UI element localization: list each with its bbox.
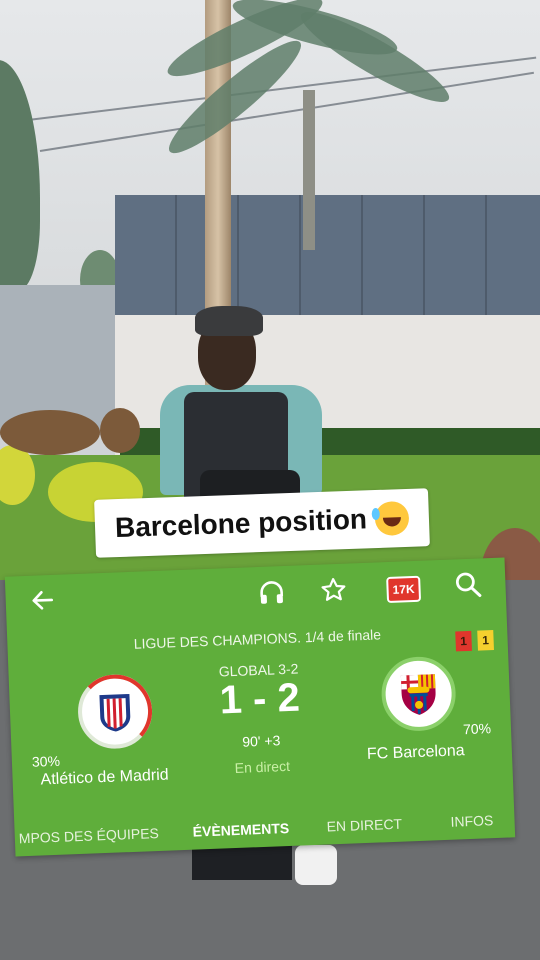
away-team-name[interactable]: FC Barcelona [367, 742, 465, 764]
headphones-icon[interactable] [257, 578, 286, 613]
tab-events[interactable]: ÉVÈNEMENTS [192, 820, 289, 840]
yellow-card-count: 1 [477, 629, 494, 651]
bush [0, 410, 100, 455]
tab-team-lineups[interactable]: MPOS DES ÉQUIPES [19, 825, 160, 846]
red-card-count: 1 [455, 630, 472, 652]
views-badge-icon[interactable]: 17K [386, 575, 422, 604]
person-cap [195, 306, 263, 336]
person-shoe [295, 845, 337, 885]
fence-panels [115, 195, 540, 320]
home-possession: 30% [31, 752, 61, 770]
caption-sticker: Barcelone position [94, 488, 430, 558]
tab-info[interactable]: INFOS [450, 812, 493, 830]
tab-live[interactable]: EN DIRECT [326, 816, 402, 835]
search-icon[interactable] [454, 570, 483, 605]
bush [100, 408, 140, 453]
palm-trunk [303, 90, 315, 250]
caption-text: Barcelone position [114, 503, 368, 544]
home-team-name[interactable]: Atlético de Madrid [40, 767, 169, 790]
match-score-card: 17K LIGUE DES CHAMPIONS. 1/4 de finale 1… [4, 557, 516, 857]
star-icon[interactable] [319, 576, 348, 611]
atletico-crest-icon[interactable] [76, 673, 154, 750]
back-arrow-icon[interactable] [29, 587, 56, 620]
away-possession: 70% [462, 720, 492, 738]
rolling-laughing-emoji-icon [374, 500, 410, 537]
barcelona-crest-icon[interactable] [380, 655, 458, 733]
